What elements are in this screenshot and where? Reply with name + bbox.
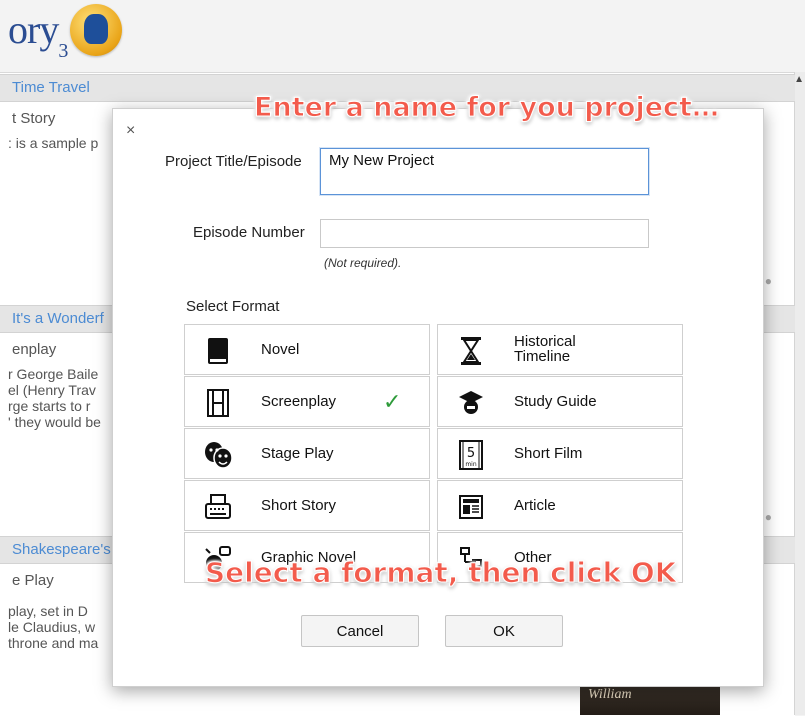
format-label: Short Film <box>514 445 583 462</box>
format-option-study-guide[interactable]: Study Guide <box>437 376 683 427</box>
format-option-short-film[interactable]: 5 min Short Film <box>437 428 683 479</box>
newspaper-icon <box>456 493 486 521</box>
cancel-button[interactable]: Cancel <box>301 615 419 647</box>
close-icon[interactable]: × <box>126 122 135 140</box>
select-format-label: Select Format <box>186 298 280 315</box>
svg-text:5: 5 <box>467 446 475 461</box>
episode-number-label: Episode Number <box>193 224 305 241</box>
format-label: Study Guide <box>514 393 597 410</box>
typewriter-icon <box>203 493 233 521</box>
format-label: Stage Play <box>261 445 334 462</box>
instruction-callout-bottom: Select a format, then click OK <box>204 556 677 590</box>
theater-masks-icon <box>203 441 233 469</box>
project-title-label: Project Title/Episode <box>165 153 302 170</box>
format-label-line: Timeline <box>514 348 571 365</box>
format-option-novel[interactable]: Novel <box>184 324 430 375</box>
format-label: Screenplay <box>261 393 337 410</box>
svg-text:min: min <box>465 461 477 468</box>
format-option-stage-play[interactable]: Stage Play <box>184 428 430 479</box>
book-icon <box>203 337 233 365</box>
format-label: Article <box>514 497 556 514</box>
episode-hint: (Not required). <box>324 256 402 270</box>
format-option-historical-timeline[interactable]: Historical Timeline <box>437 324 683 375</box>
film-icon <box>203 389 233 417</box>
hourglass-icon <box>456 337 486 365</box>
episode-number-input[interactable] <box>320 219 649 248</box>
format-label: Short Story <box>261 497 337 514</box>
project-title-input[interactable] <box>320 148 649 195</box>
format-option-article[interactable]: Article <box>437 480 683 531</box>
instruction-callout-top: Enter a name for you project… <box>254 92 720 124</box>
format-option-short-story[interactable]: Short Story <box>184 480 430 531</box>
format-option-screenplay[interactable]: Screenplay ✓ <box>184 376 430 427</box>
graduation-cap-icon <box>456 389 486 417</box>
format-label: Historical Timeline <box>514 334 576 364</box>
five-min-icon: 5 min <box>456 440 486 470</box>
format-grid: Novel Historical Timeline Screenplay ✓ St… <box>184 324 686 584</box>
selected-check-icon: ✓ <box>383 389 402 414</box>
format-label: Novel <box>261 341 300 358</box>
ok-button[interactable]: OK <box>445 615 563 647</box>
